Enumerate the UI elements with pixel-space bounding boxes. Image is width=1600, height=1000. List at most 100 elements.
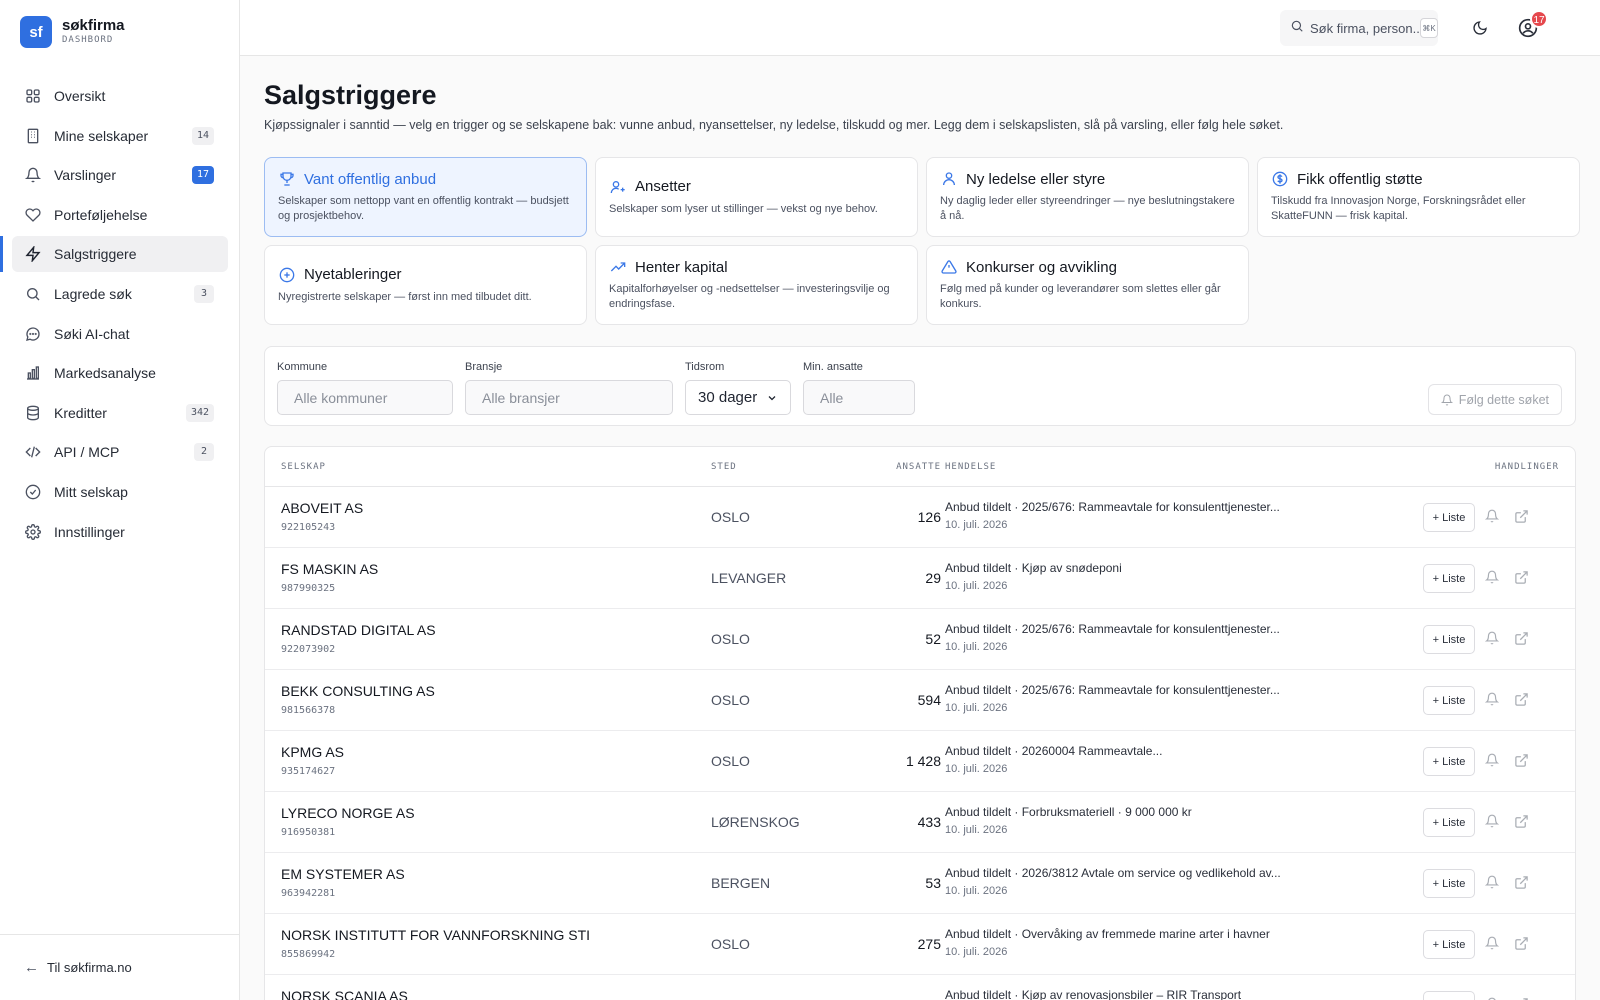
sidebar-item-mine-selskaper[interactable]: Mine selskaper 14 — [12, 118, 228, 154]
trend-up-icon — [609, 258, 627, 276]
external-link-icon[interactable] — [1514, 570, 1530, 586]
bell-icon[interactable] — [1484, 814, 1500, 830]
sidebar-item-lagrede-søk[interactable]: Lagrede søk 3 — [12, 276, 228, 312]
sidebar-item-label: Varslinger — [54, 167, 116, 184]
external-link-icon[interactable] — [1514, 936, 1530, 952]
filter-tidsrom-label: Tidsrom — [685, 361, 725, 373]
trigger-card[interactable]: Nyetableringer Nyregistrerte selskaper — … — [264, 245, 587, 325]
col-event[interactable]: HENDELSE — [945, 462, 996, 472]
col-place[interactable]: STED — [711, 462, 737, 472]
trigger-head: Vant offentlig anbud — [278, 170, 573, 188]
external-link-icon[interactable] — [1514, 814, 1530, 830]
trigger-card[interactable]: Ny ledelse eller styre Ny daglig leder el… — [926, 157, 1249, 237]
filter-kommune-label: Kommune — [277, 361, 328, 373]
company-name[interactable]: BEKK CONSULTING AS — [281, 683, 435, 699]
dark-mode-toggle[interactable] — [1468, 16, 1492, 40]
heart-icon — [24, 206, 42, 224]
add-to-list-button[interactable]: + Liste — [1423, 869, 1475, 898]
add-to-list-button[interactable]: + Liste — [1423, 747, 1475, 776]
col-company[interactable]: SELSKAP — [281, 462, 326, 472]
sidebar-item-salgstriggere[interactable]: Salgstriggere — [0, 236, 228, 273]
sidebar-item-oversikt[interactable]: Oversikt — [12, 78, 228, 114]
bell-icon[interactable] — [1484, 631, 1500, 647]
table-row[interactable]: RANDSTAD DIGITAL AS 922073902 OSLO 52 Anbud … — [265, 609, 1575, 670]
external-link-icon[interactable] — [1514, 753, 1530, 769]
sidebar-item-label: Kreditter — [54, 404, 107, 421]
company-name[interactable]: NORSK SCANIA AS — [281, 988, 408, 1000]
event-text: Anbud tildelt · 2025/676: Rammeavtale fo… — [945, 622, 1280, 636]
table-row[interactable]: EM SYSTEMER AS 963942281 BERGEN 53 Anbud til… — [265, 853, 1575, 914]
employee-count: 52 — [925, 631, 941, 647]
external-link-icon[interactable] — [1514, 631, 1530, 647]
add-to-list-button[interactable]: + Liste — [1423, 625, 1475, 654]
follow-search-button[interactable]: Følg dette søket — [1427, 384, 1562, 415]
company-name[interactable]: ABOVEIT AS — [281, 500, 363, 516]
table-row[interactable]: NORSK INSTITUTT FOR VANNFORSKNING STI 855… — [265, 914, 1575, 975]
sidebar-item-label: Mine selskaper — [54, 127, 149, 144]
trigger-card[interactable]: Henter kapital Kapitalforhøyelser og -ned… — [595, 245, 918, 325]
table-row[interactable]: LYRECO NORGE AS 916950381 LØRENSKOG 433 Anbu… — [265, 792, 1575, 853]
brand-name: søkfirma — [62, 17, 125, 34]
table-row[interactable]: BEKK CONSULTING AS 981566378 OSLO 594 Anbud … — [265, 670, 1575, 731]
arrow-left-icon: ← — [24, 959, 39, 976]
company-place: OSLO — [711, 936, 750, 952]
trigger-card[interactable]: Vant offentlig anbud Selskaper som nettop… — [264, 157, 587, 237]
add-to-list-button[interactable]: + Liste — [1423, 686, 1475, 715]
add-to-list-button[interactable]: + Liste — [1423, 930, 1475, 959]
bell-icon[interactable] — [1484, 692, 1500, 708]
bell-icon[interactable] — [1484, 936, 1500, 952]
sidebar-item-mitt-selskap[interactable]: Mitt selskap — [12, 474, 228, 510]
building-icon — [24, 127, 42, 145]
kommune-input[interactable] — [277, 380, 453, 415]
table-row[interactable]: KPMG AS 935174627 OSLO 1 428 Anbud tildelt ·… — [265, 731, 1575, 792]
trigger-card[interactable]: Fikk offentlig støtte Tilskudd fra Innova… — [1257, 157, 1580, 237]
sidebar-item-label: Oversikt — [54, 88, 106, 104]
brand-logo[interactable]: sf — [20, 16, 52, 48]
col-employees[interactable]: ANSATTE — [896, 462, 941, 472]
external-link-icon[interactable] — [1514, 692, 1530, 708]
back-to-site-link[interactable]: ← Til søkfirma.no — [0, 934, 240, 1000]
sidebar-item-markedsanalyse[interactable]: Markedsanalyse — [12, 355, 228, 391]
account-button[interactable]: 17 — [1516, 10, 1548, 40]
bransje-input[interactable] — [465, 380, 673, 415]
sidebar-item-label: Mitt selskap — [54, 483, 128, 500]
company-name[interactable]: RANDSTAD DIGITAL AS — [281, 622, 436, 638]
company-place: OSLO — [711, 631, 750, 647]
add-to-list-button[interactable]: + Liste — [1423, 564, 1475, 593]
sidebar-item-api-mcp[interactable]: API / MCP 2 — [12, 434, 228, 470]
trigger-title: Ny ledelse eller styre — [966, 170, 1106, 188]
company-name[interactable]: FS MASKIN AS — [281, 561, 378, 577]
company-name[interactable]: NORSK INSTITUTT FOR VANNFORSKNING STI — [281, 927, 590, 943]
sidebar-item-innstillinger[interactable]: Innstillinger — [12, 514, 228, 550]
sidebar-item-søki-ai-chat[interactable]: Søki AI-chat — [12, 316, 228, 352]
global-search[interactable]: ⌘K — [1280, 10, 1438, 46]
add-to-list-button[interactable]: + Liste — [1423, 991, 1475, 1000]
external-link-icon[interactable] — [1514, 875, 1530, 891]
external-link-icon[interactable] — [1514, 509, 1530, 525]
bell-icon[interactable] — [1484, 875, 1500, 891]
company-name[interactable]: KPMG AS — [281, 744, 344, 760]
brand[interactable]: sf søkfirma DASHBORD — [0, 0, 239, 64]
sidebar-item-kreditter[interactable]: Kreditter 342 — [12, 395, 228, 431]
event-date: 10. juli. 2026 — [945, 824, 1008, 836]
bell-icon[interactable] — [1484, 509, 1500, 525]
company-name[interactable]: LYRECO NORGE AS — [281, 805, 415, 821]
table-row[interactable]: ABOVEIT AS 922105243 OSLO 126 Anbud tildelt … — [265, 487, 1575, 548]
tidsrom-select[interactable]: 30 dager — [685, 380, 791, 415]
bell-icon[interactable] — [1484, 570, 1500, 586]
trigger-title: Fikk offentlig støtte — [1297, 170, 1423, 188]
sidebar-item-porteføljehelse[interactable]: Porteføljehelse — [12, 197, 228, 233]
add-to-list-button[interactable]: + Liste — [1423, 808, 1475, 837]
bell-icon[interactable] — [1484, 753, 1500, 769]
company-name[interactable]: EM SYSTEMER AS — [281, 866, 405, 882]
event-date: 10. juli. 2026 — [945, 580, 1008, 592]
add-to-list-button[interactable]: + Liste — [1423, 503, 1475, 532]
trigger-card[interactable]: Ansetter Selskaper som lyser ut stillinge… — [595, 157, 918, 237]
event-date: 10. juli. 2026 — [945, 885, 1008, 897]
global-search-input[interactable] — [1310, 20, 1420, 36]
table-row[interactable]: FS MASKIN AS 987990325 LEVANGER 29 Anbud til… — [265, 548, 1575, 609]
trigger-card[interactable]: Konkurser og avvikling Følg med på kunder… — [926, 245, 1249, 325]
sidebar-item-varslinger[interactable]: Varslinger 17 — [12, 157, 228, 193]
ansatte-input[interactable] — [803, 380, 915, 415]
table-row[interactable]: NORSK SCANIA AS Anbud tildelt · Kjøp av r… — [265, 975, 1575, 1000]
